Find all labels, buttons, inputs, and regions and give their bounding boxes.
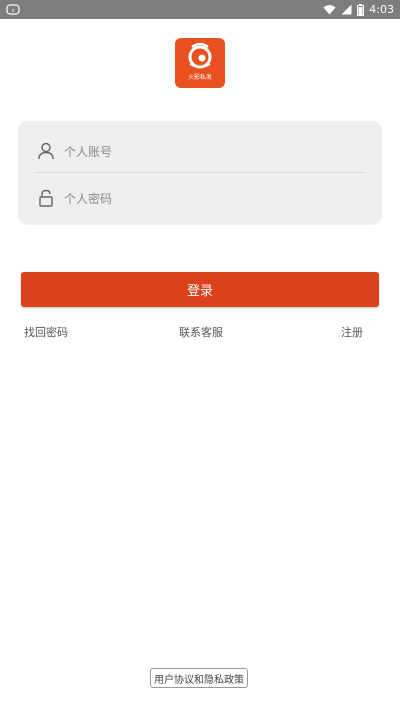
app-logo: 火影私发: [175, 38, 225, 88]
account-input[interactable]: [62, 139, 366, 165]
notification-icon: z: [6, 4, 20, 15]
battery-icon: [357, 3, 365, 16]
agreement-link[interactable]: 用户协议和隐私政策: [150, 668, 248, 688]
svg-text:z: z: [12, 8, 15, 14]
contact-support-link[interactable]: 联系客服: [179, 324, 223, 340]
user-icon: [38, 142, 54, 160]
account-field: [18, 126, 382, 176]
logo-text: 火影私发: [187, 74, 212, 81]
signal-icon: [341, 4, 352, 15]
status-bar: z 4:03: [0, 0, 400, 19]
register-link[interactable]: 注册: [341, 324, 363, 340]
find-password-link[interactable]: 找回密码: [24, 324, 68, 340]
wifi-icon: [323, 5, 336, 15]
lock-icon: [39, 189, 53, 207]
login-form: [18, 121, 382, 225]
password-input[interactable]: [62, 186, 366, 212]
password-field: [18, 173, 382, 223]
status-time: 4:03: [369, 3, 394, 16]
login-button[interactable]: 登录: [21, 272, 379, 307]
